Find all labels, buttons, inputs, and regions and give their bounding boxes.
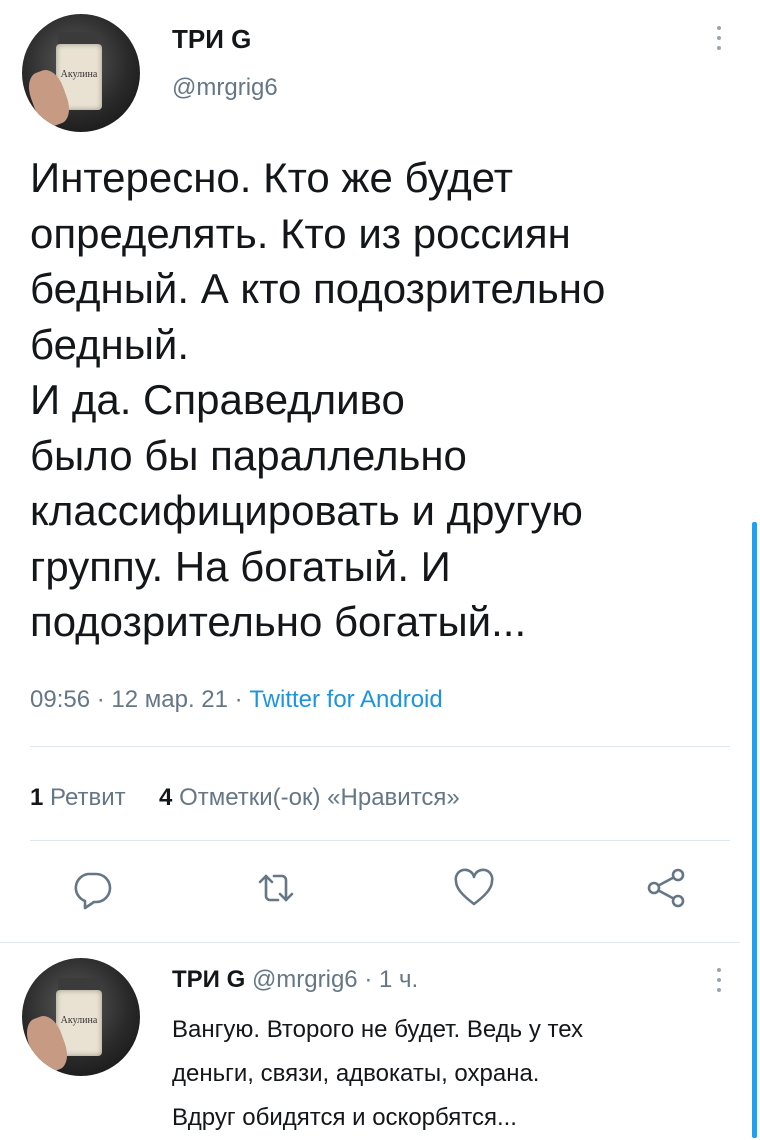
meta-separator: · [357, 966, 379, 993]
reply-text-line: деньги, связи, адвокаты, охрана. [172, 1060, 540, 1087]
tweet-text-line: И да. Справедливо [30, 376, 405, 423]
like-label[interactable]: Отметки(-ок) «Нравится» [179, 784, 460, 811]
kebab-dot [717, 36, 721, 40]
reply-text: Вангую. Второго не будет. Ведь у тех ден… [172, 1008, 732, 1140]
tweet-text-line: классифицировать и другую [30, 487, 583, 534]
kebab-dot [717, 968, 721, 972]
heart-icon[interactable] [452, 866, 496, 910]
kebab-dot [717, 978, 721, 982]
tweet-meta: 09:56 · 12 мар. 21 · Twitter for Android [30, 686, 443, 714]
reply-time[interactable]: 1 ч. [379, 966, 418, 993]
reply-icon[interactable] [70, 866, 114, 910]
tweet-stats: 1 Ретвит 4 Отметки(-ок) «Нравится» [30, 784, 460, 812]
tweet-source-link[interactable]: Twitter for Android [249, 686, 442, 713]
reply-author-handle[interactable]: @mrgrig6 [252, 966, 358, 993]
divider [30, 746, 730, 747]
tweet-date[interactable]: 12 мар. 21 [111, 686, 228, 713]
author-avatar[interactable]: Акулина [22, 14, 140, 132]
retweet-label[interactable]: Ретвит [50, 784, 126, 811]
share-icon[interactable] [644, 866, 688, 910]
reply-header: ТРИ G @mrgrig6 · 1 ч. [172, 966, 418, 994]
divider [0, 942, 740, 943]
avatar-jar-label: Акулина [60, 1016, 98, 1027]
tweet-text-line: бедный. А кто подозрительно [30, 265, 606, 312]
tweet-text-line: бедный. [30, 320, 190, 368]
reply-author-name[interactable]: ТРИ G [172, 966, 245, 993]
meta-separator: · [90, 686, 112, 713]
tweet-time[interactable]: 09:56 [30, 686, 90, 713]
tweet-text-line: подозрительно богатый... [30, 598, 527, 645]
retweet-icon[interactable] [254, 866, 298, 910]
more-options-icon[interactable] [716, 26, 722, 50]
author-display-name[interactable]: ТРИ G [172, 24, 251, 55]
tweet-text-line: группу. На богатый. И [30, 542, 451, 590]
avatar-jar-label: Акулина [60, 70, 98, 81]
author-handle[interactable]: @mrgrig6 [172, 74, 278, 102]
meta-separator: · [227, 686, 250, 713]
like-count[interactable]: 4 [159, 784, 172, 811]
tweet-text-line: определять. Кто из россиян [30, 209, 571, 257]
kebab-dot [717, 46, 721, 50]
reply-text-line: Вангую. Второго не будет. Ведь у тех [172, 1016, 584, 1043]
scrollbar-thumb[interactable] [752, 522, 757, 1138]
more-options-icon[interactable] [716, 968, 722, 992]
kebab-dot [717, 26, 721, 30]
reply-author-avatar[interactable]: Акулина [22, 958, 140, 1076]
tweet-text-line: Интересно. Кто же будет [30, 154, 513, 201]
reply-text-line: Вдруг обидятся и оскорбятся... [172, 1104, 517, 1131]
divider [30, 840, 730, 841]
kebab-dot [717, 988, 721, 992]
tweet-text: Интересно. Кто же будет определять. Кто … [30, 150, 730, 650]
tweet-text-line: было бы параллельно [30, 431, 467, 479]
retweet-count[interactable]: 1 [30, 784, 43, 811]
